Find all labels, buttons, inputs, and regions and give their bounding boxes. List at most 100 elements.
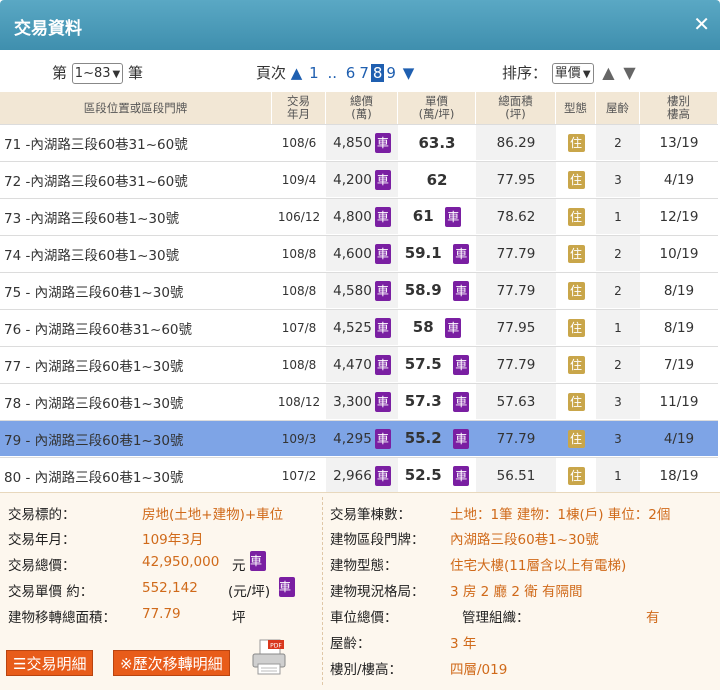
row-age: 3 — [596, 420, 640, 457]
row-age: 1 — [596, 309, 640, 346]
sort-asc-icon[interactable]: ▲ — [602, 63, 614, 82]
row-date: 107/8 — [272, 309, 326, 346]
row-total: 4,525 車 — [326, 309, 398, 346]
btype-value: 住宅大樓(11層含以上有電梯) — [450, 558, 627, 574]
row-age: 2 — [596, 272, 640, 309]
table-row[interactable]: 72 -內湖路三段60巷31~60號 109/4 4,200 車 62 77.95 住 3 4/… — [0, 161, 718, 198]
table-row[interactable]: 71 -內湖路三段60巷31~60號 108/6 4,850 車 63.3 86.29 住 2… — [0, 124, 718, 161]
page-link-9[interactable]: 9 — [386, 64, 396, 82]
target-label: 交易標的： — [8, 507, 76, 523]
mgmt-value: 有 — [646, 610, 660, 626]
row-address: 77 - 內湖路三段60巷1~30號 — [0, 346, 272, 383]
sort-select[interactable]: 單價 ▼ — [551, 63, 594, 84]
list-icon: ☰ — [13, 655, 27, 673]
row-type: 住 — [556, 124, 596, 161]
table-row[interactable]: 77 - 內湖路三段60巷1~30號 108/8 4,470 車 57.5 車 77.79… — [0, 346, 718, 383]
row-address: 78 - 內湖路三段60巷1~30號 — [0, 383, 272, 420]
transaction-detail-button[interactable]: ☰交易明細 — [6, 650, 94, 676]
header-unit-price[interactable]: 單價 (萬/坪) — [398, 92, 476, 124]
header-address[interactable]: 區段位置或區段門牌 — [0, 92, 272, 124]
next-page-icon[interactable]: ▼ — [403, 64, 415, 82]
row-floor: 12/19 — [640, 198, 718, 235]
row-date: 108/8 — [272, 346, 326, 383]
row-age: 1 — [596, 457, 640, 494]
row-unit-price: 59.1 車 — [398, 235, 476, 272]
row-age: 1 — [596, 198, 640, 235]
parking-badge: 車 — [374, 206, 391, 227]
row-unit-price: 58 車 — [398, 309, 476, 346]
table-row[interactable]: 76 - 內湖路三段60巷31~60號 107/8 4,525 車 58 車 77.95 住… — [0, 309, 718, 346]
close-icon[interactable]: ✕ — [693, 12, 710, 36]
unit-unit: (元/坪) — [228, 584, 271, 600]
header-total[interactable]: 總價 (萬) — [326, 92, 398, 124]
residential-badge: 住 — [567, 429, 585, 448]
divider — [322, 497, 323, 685]
header-age[interactable]: 屋齡 — [596, 92, 640, 124]
table-row[interactable]: 80 - 內湖路三段60巷1~30號 107/2 2,966 車 52.5 車 56.51… — [0, 457, 718, 494]
row-total: 4,850 車 — [326, 124, 398, 161]
parking-badge: 車 — [374, 465, 391, 486]
parking-badge: 車 — [445, 317, 462, 338]
row-address: 72 -內湖路三段60巷31~60號 — [0, 161, 272, 198]
header-type: 型態 — [556, 92, 596, 124]
residential-badge: 住 — [567, 392, 585, 411]
header-date[interactable]: 交易 年月 — [272, 92, 326, 124]
table-row[interactable]: 73 -內湖路三段60巷1~30號 106/12 4,800 車 61 車 78.62 住 1… — [0, 198, 718, 235]
count-value: 土地：1筆 建物：1棟(戶) 車位：2個 — [450, 507, 671, 523]
page-link-1[interactable]: 1 — [309, 64, 319, 82]
residential-badge: 住 — [567, 355, 585, 374]
row-area: 77.79 — [476, 420, 556, 457]
sort-desc-icon[interactable]: ▼ — [623, 63, 635, 82]
residential-badge: 住 — [567, 318, 585, 337]
ym-label: 交易年月： — [8, 532, 76, 548]
prev-page-icon[interactable]: ▲ — [291, 64, 303, 82]
transfer-history-button[interactable]: ※歷次移轉明細 — [113, 650, 230, 676]
row-area: 78.62 — [476, 198, 556, 235]
table-row[interactable]: 75 - 內湖路三段60巷1~30號 108/8 4,580 車 58.9 車 77.79… — [0, 272, 718, 309]
row-floor: 18/19 — [640, 457, 718, 494]
row-age: 2 — [596, 124, 640, 161]
area-label: 建物移轉總面積： — [8, 610, 116, 626]
row-date: 106/12 — [272, 198, 326, 235]
parking-badge: 車 — [453, 391, 470, 412]
toolbar: 第 1~83 ▼ 筆 頁次 ▲ 1 .. 6789 ▼ 排序： 單價 ▼ ▲ ▼ — [0, 56, 720, 88]
row-date: 108/12 — [272, 383, 326, 420]
row-unit-price: 62 — [398, 161, 476, 198]
row-type: 住 — [556, 161, 596, 198]
age-value: 3 年 — [450, 636, 477, 652]
row-date: 107/2 — [272, 457, 326, 494]
total-label: 交易總價： — [8, 558, 76, 574]
area-value: 77.79 — [142, 606, 181, 622]
transaction-table: 區段位置或區段門牌 交易 年月 總價 (萬) 單價 (萬/坪) 總面積 (坪) … — [0, 92, 718, 494]
residential-badge: 住 — [567, 170, 585, 189]
row-total: 4,470 車 — [326, 346, 398, 383]
parking-badge: 車 — [453, 243, 470, 264]
parking-badge: 車 — [279, 577, 295, 597]
row-address: 73 -內湖路三段60巷1~30號 — [0, 198, 272, 235]
age-label: 屋齡： — [330, 636, 371, 652]
row-total: 4,200 車 — [326, 161, 398, 198]
row-unit-price: 52.5 車 — [398, 457, 476, 494]
range-select[interactable]: 1~83 ▼ — [71, 63, 124, 84]
page-link-6[interactable]: 6 — [346, 64, 356, 82]
header-area[interactable]: 總面積 (坪) — [476, 92, 556, 124]
total-unit: 元 — [232, 558, 246, 574]
area-unit: 坪 — [232, 610, 246, 626]
parking-badge: 車 — [453, 428, 470, 449]
row-area: 86.29 — [476, 124, 556, 161]
addr-label: 建物區段門牌： — [330, 532, 425, 548]
row-type: 住 — [556, 235, 596, 272]
row-area: 77.79 — [476, 346, 556, 383]
row-total: 3,300 車 — [326, 383, 398, 420]
table-row[interactable]: 74 -內湖路三段60巷1~30號 108/8 4,600 車 59.1 車 77.79 住… — [0, 235, 718, 272]
sort-control: 排序： 單價 ▼ ▲ ▼ — [502, 62, 636, 84]
table-row[interactable]: 79 - 內湖路三段60巷1~30號 109/3 4,295 車 55.2 車 77.79… — [0, 420, 718, 457]
pdf-printer-icon[interactable]: PDF — [250, 638, 288, 676]
page-link-7[interactable]: 7 — [359, 64, 369, 82]
row-floor: 11/19 — [640, 383, 718, 420]
row-total: 4,800 車 — [326, 198, 398, 235]
row-address: 76 - 內湖路三段60巷31~60號 — [0, 309, 272, 346]
table-row[interactable]: 78 - 內湖路三段60巷1~30號 108/12 3,300 車 57.3 車 57.6… — [0, 383, 718, 420]
row-floor: 8/19 — [640, 272, 718, 309]
page-label: 頁次 — [256, 64, 287, 82]
